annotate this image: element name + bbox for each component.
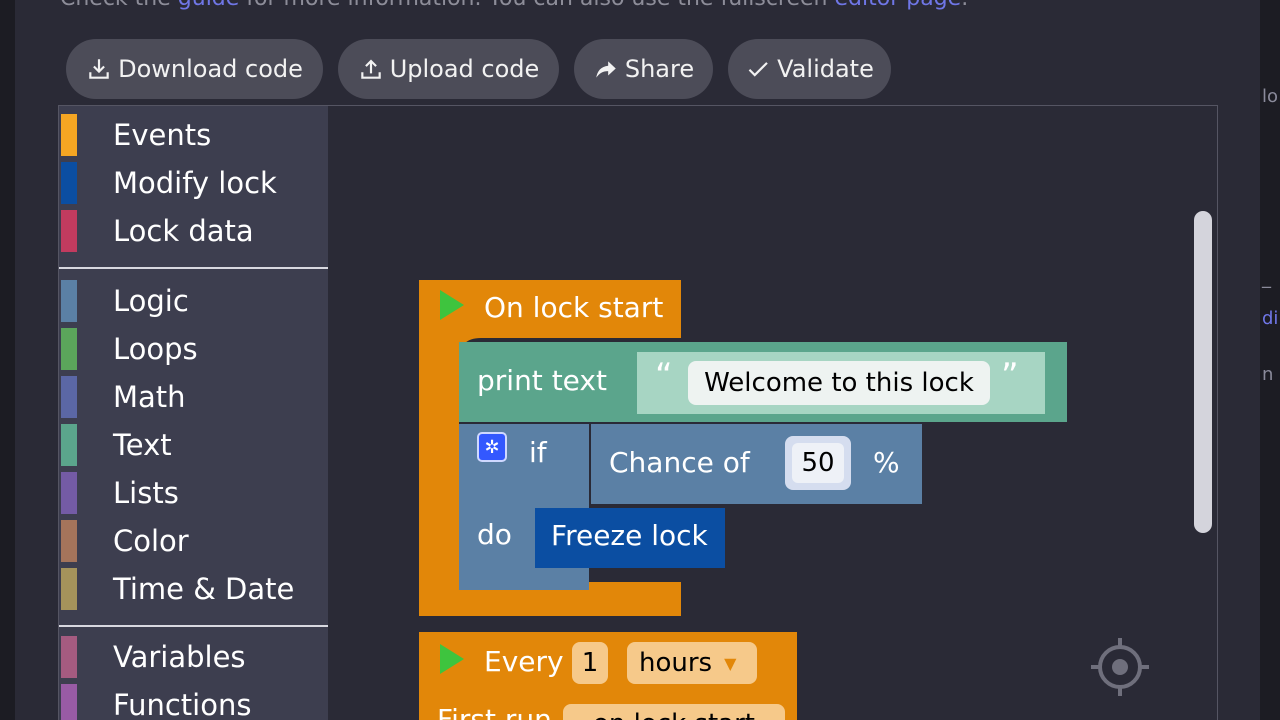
open-quote: “ bbox=[655, 356, 673, 396]
if-label: if bbox=[529, 436, 547, 469]
every-label: Every bbox=[484, 645, 564, 678]
blockly-workspace[interactable]: Events Modify lock Lock data Logic Loops… bbox=[58, 105, 1218, 720]
upload-code-button[interactable]: Upload code bbox=[338, 39, 559, 99]
print-text-label: print text bbox=[477, 364, 607, 397]
welcome-text-field[interactable]: Welcome to this lock bbox=[688, 361, 990, 405]
chance-value: 50 bbox=[792, 443, 844, 483]
close-quote: ” bbox=[1001, 356, 1019, 396]
do-label: do bbox=[477, 518, 512, 551]
share-icon bbox=[596, 61, 616, 78]
editor-page-link[interactable]: editor page bbox=[835, 0, 962, 11]
guide-link[interactable]: guide bbox=[178, 0, 240, 11]
first-run-dropdown[interactable]: on lock start bbox=[563, 704, 785, 720]
first-run-label: First run bbox=[437, 703, 552, 720]
workspace-scrollbar[interactable] bbox=[1194, 211, 1212, 533]
share-button[interactable]: Share bbox=[574, 39, 713, 99]
on-lock-start-label: On lock start bbox=[484, 291, 664, 324]
every-unit-dropdown[interactable]: hours ▼ bbox=[627, 642, 757, 684]
chance-value-field[interactable]: 50 bbox=[785, 436, 851, 490]
dropdown-arrow-icon: ▼ bbox=[724, 653, 737, 673]
percent-label: % bbox=[873, 446, 900, 479]
settings-gear-icon[interactable]: ✲ bbox=[477, 432, 507, 462]
download-code-button[interactable]: Download code bbox=[66, 39, 323, 99]
freeze-lock-label: Freeze lock bbox=[551, 519, 708, 552]
upload-icon bbox=[360, 59, 381, 79]
if-block-bottom[interactable] bbox=[459, 568, 589, 590]
recenter-target-icon[interactable] bbox=[1089, 636, 1151, 698]
info-text: Check the guide for more information. Yo… bbox=[60, 0, 968, 11]
chance-of-label: Chance of bbox=[609, 446, 750, 479]
block-shapes bbox=[419, 280, 1067, 720]
every-value-field[interactable]: 1 bbox=[572, 642, 608, 684]
download-icon bbox=[89, 59, 109, 79]
check-icon bbox=[748, 62, 768, 77]
background-page-strip: lo _ di n bbox=[1260, 0, 1280, 720]
validate-button[interactable]: Validate bbox=[728, 39, 891, 99]
